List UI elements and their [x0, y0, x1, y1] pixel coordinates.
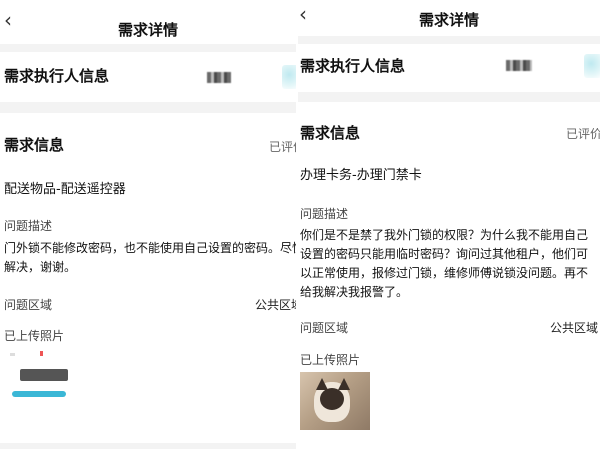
info-card: 需求信息 已评价 配送物品-配送遥控器 问题描述 门外锁不能修改密码，也不能使用…: [0, 113, 296, 443]
status-badge: 已评价: [566, 127, 600, 141]
desc-text: 你们是不是禁了我外门锁的权限？为什么我不能用自己设置的密码只能用临时密码？询问过…: [300, 228, 589, 299]
page-title: 需求详情: [418, 11, 479, 29]
executor-card[interactable]: 需求执行人信息: [0, 52, 296, 102]
area-value: 公共区域: [255, 298, 296, 312]
executor-avatar[interactable]: [584, 54, 600, 78]
area-value: 公共区域: [550, 321, 599, 335]
info-title: 需求信息: [4, 136, 65, 154]
area-label: 问题区域: [4, 298, 53, 312]
left-screenshot: ‹ 需求详情 需求执行人信息 需求信息 已评价 配送物品-配送遥控器 问题描述 …: [0, 0, 296, 449]
desc-text: 门外锁不能修改密码，也不能使用自己设置的密码。尽快解决，谢谢。: [4, 241, 296, 274]
service-type: 配送物品-配送遥控器: [4, 182, 126, 197]
executor-name-blurred: [207, 72, 231, 83]
service-type: 办理卡务-办理门禁卡: [300, 168, 422, 183]
uploaded-photo[interactable]: [10, 349, 70, 401]
info-title: 需求信息: [300, 124, 361, 142]
area-label: 问题区域: [300, 321, 349, 335]
info-card: 需求信息 已评价 办理卡务-办理门禁卡 问题描述 你们是不是禁了我外门锁的权限？…: [298, 102, 600, 449]
page-title: 需求详情: [117, 21, 178, 39]
executor-card[interactable]: 需求执行人信息: [298, 44, 600, 92]
header-bar: ‹ 需求详情: [0, 0, 296, 44]
status-badge: 已评价: [269, 140, 296, 154]
photos-label: 已上传照片: [300, 353, 361, 367]
executor-title: 需求执行人信息: [300, 57, 406, 75]
desc-label: 问题描述: [300, 207, 349, 221]
uploaded-photo[interactable]: [300, 372, 370, 430]
desc-label: 问题描述: [4, 219, 53, 233]
right-screenshot: ‹ 需求详情 需求执行人信息 需求信息 已评价 办理卡务-办理门禁卡 问题描述 …: [298, 0, 600, 449]
header-bar: ‹ 需求详情: [298, 0, 600, 36]
executor-name-blurred: [506, 60, 532, 71]
executor-title: 需求执行人信息: [4, 67, 110, 85]
photos-label: 已上传照片: [4, 329, 65, 343]
executor-avatar[interactable]: [282, 65, 296, 89]
